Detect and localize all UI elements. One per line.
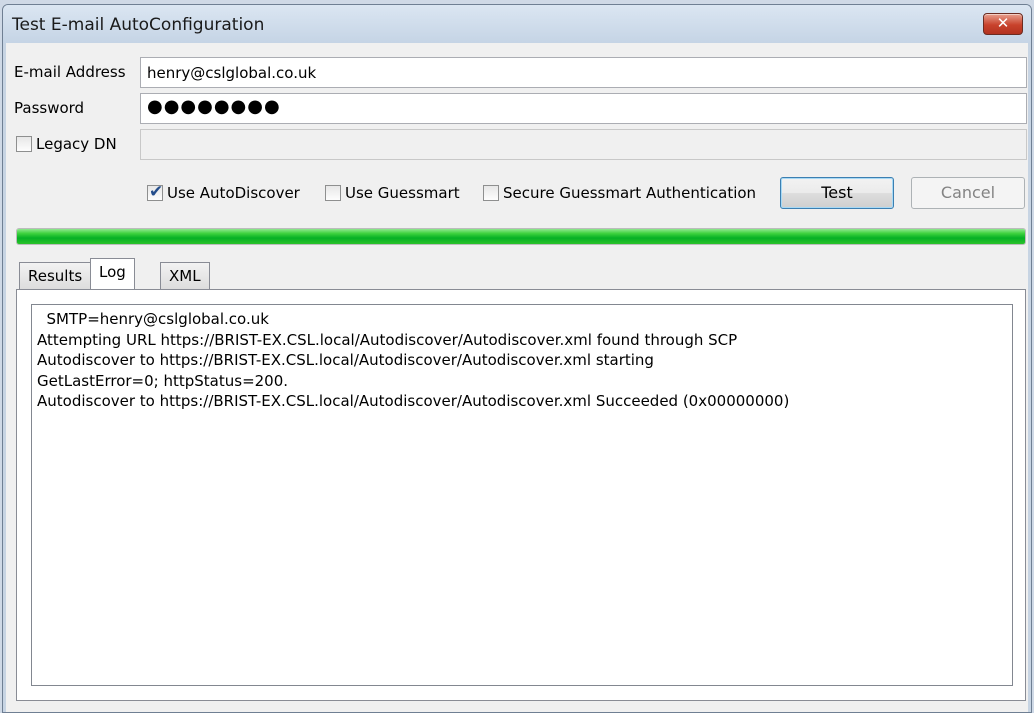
progress-bar (16, 228, 1026, 245)
legacy-dn-field[interactable] (140, 129, 1027, 160)
secure-guessmart-box[interactable] (483, 185, 499, 201)
use-autodiscover-box[interactable]: ✔ (147, 182, 164, 202)
legacy-dn-checkbox[interactable]: Legacy DN (16, 135, 117, 153)
test-button[interactable]: Test (780, 177, 894, 209)
password-label: Password (14, 99, 85, 117)
log-line: SMTP=henry@cslglobal.co.uk (37, 310, 269, 328)
secure-guessmart-label: Secure Guessmart Authentication (503, 184, 757, 202)
log-line: Attempting URL https://BRIST-EX.CSL.loca… (37, 330, 738, 349)
tab-log[interactable]: Log (90, 258, 135, 289)
legacy-dn-checkbox-box[interactable] (16, 136, 32, 152)
close-icon[interactable]: ✕ (983, 13, 1023, 35)
use-guessmart-checkbox[interactable]: Use Guessmart (325, 184, 460, 202)
window-title: Test E-mail AutoConfiguration (12, 15, 265, 35)
secure-guessmart-checkbox[interactable]: Secure Guessmart Authentication (483, 184, 756, 202)
legacy-dn-label: Legacy DN (36, 135, 117, 153)
log-line: GetLastError=0; httpStatus=200. (37, 371, 289, 390)
tab-xml[interactable]: XML (160, 262, 210, 290)
password-field[interactable]: ●●●●●●●● (140, 93, 1027, 124)
checkmark-icon: ✔ (149, 182, 164, 202)
use-autodiscover-label: Use AutoDiscover (167, 184, 300, 202)
log-textbox[interactable]: SMTP=henry@cslglobal.co.uk Attempting UR… (31, 304, 1013, 686)
email-label: E-mail Address (14, 63, 126, 81)
dialog-window: Test E-mail AutoConfiguration ✕ E-mail A… (2, 4, 1032, 713)
cancel-button[interactable]: Cancel (911, 177, 1025, 209)
use-guessmart-box[interactable] (325, 185, 341, 201)
tab-results[interactable]: Results (19, 262, 92, 290)
email-field[interactable]: henry@cslglobal.co.uk (140, 57, 1027, 88)
log-line: Autodiscover to https://BRIST-EX.CSL.loc… (37, 351, 654, 369)
log-tab-panel: SMTP=henry@cslglobal.co.uk Attempting UR… (16, 289, 1026, 701)
title-bar[interactable]: Test E-mail AutoConfiguration ✕ (3, 5, 1031, 43)
progress-bar-fill (17, 229, 1025, 244)
dialog-body: E-mail Address henry@cslglobal.co.uk Pas… (6, 43, 1028, 712)
use-autodiscover-checkbox[interactable]: ✔ Use AutoDiscover (147, 182, 300, 202)
use-guessmart-label: Use Guessmart (345, 184, 460, 202)
log-line: Autodiscover to https://BRIST-EX.CSL.loc… (37, 392, 790, 410)
